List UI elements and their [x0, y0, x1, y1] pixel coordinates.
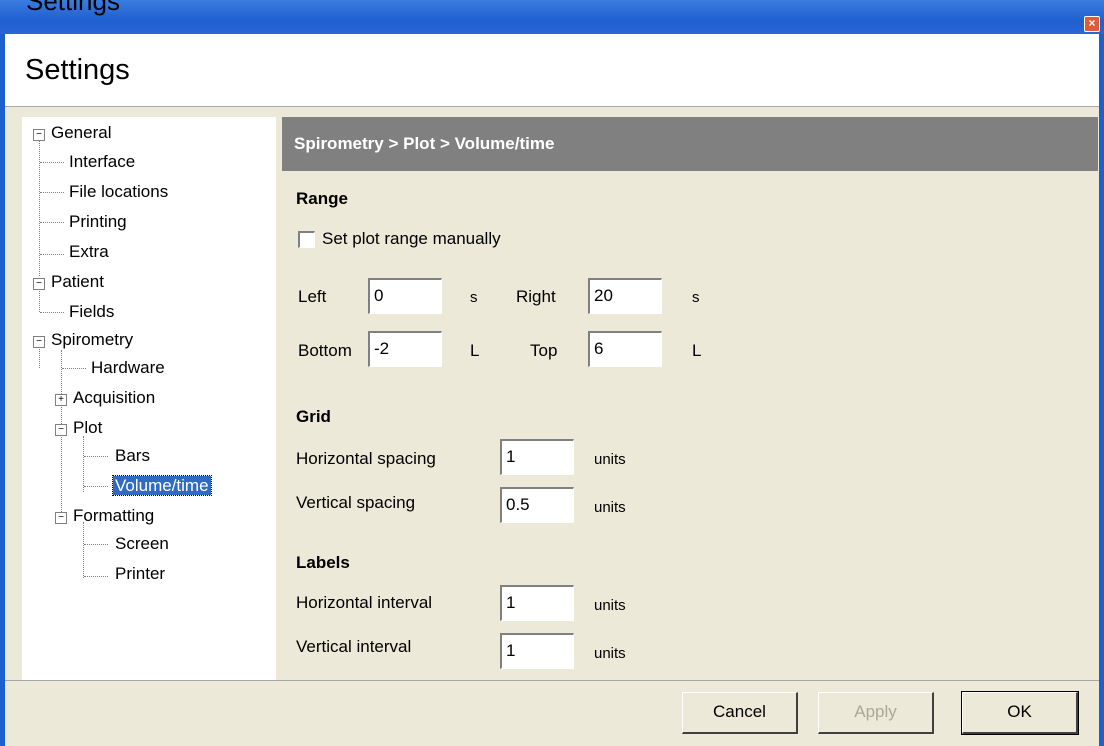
collapse-icon[interactable]: − — [33, 129, 45, 141]
bottom-label: Bottom — [298, 341, 352, 360]
vertical-interval-input[interactable]: 1 — [500, 633, 574, 669]
right-input[interactable]: 20 — [588, 278, 662, 314]
top-label: Top — [530, 341, 558, 360]
tree-connector — [40, 192, 64, 193]
window-frame-left — [0, 34, 5, 746]
tree-item-interface[interactable]: Interface — [69, 150, 135, 176]
tree-connector — [40, 162, 64, 163]
top-input[interactable]: 6 — [588, 331, 662, 367]
vertical-interval-label: Vertical interval — [296, 637, 412, 656]
horizontal-spacing-label: Horizontal spacing — [296, 449, 436, 468]
tree-connector — [40, 254, 64, 255]
horizontal-spacing-unit: units — [594, 451, 626, 468]
ok-button[interactable]: OK — [961, 691, 1079, 735]
labels-heading: Labels — [296, 553, 350, 572]
left-input[interactable]: 0 — [368, 278, 442, 314]
tree-connector — [84, 486, 108, 487]
horizontal-spacing-input[interactable]: 1 — [500, 439, 574, 475]
horizontal-interval-label: Horizontal interval — [296, 593, 433, 612]
horizontal-interval-input[interactable]: 1 — [500, 585, 574, 621]
tree-connector — [62, 368, 86, 369]
expand-icon[interactable]: + — [55, 394, 67, 406]
tree-connector — [84, 456, 108, 457]
vertical-spacing-label: Vertical spacing — [296, 493, 416, 512]
vertical-spacing-unit: units — [594, 499, 626, 516]
tree-item-general[interactable]: General — [51, 121, 111, 147]
tree-item-acquisition[interactable]: Acquisition — [73, 386, 155, 412]
tree-item-bars[interactable]: Bars — [115, 444, 150, 470]
top-unit: L — [692, 341, 702, 360]
tree-connector — [83, 436, 84, 492]
right-label: Right — [516, 287, 556, 306]
collapse-icon[interactable]: − — [33, 278, 45, 290]
apply-button[interactable]: Apply — [818, 692, 934, 734]
collapse-icon[interactable]: − — [55, 512, 67, 524]
tree-item-printer[interactable]: Printer — [115, 562, 165, 588]
tree-item-label: Volume/time — [112, 475, 212, 496]
close-icon[interactable]: × — [1084, 16, 1100, 32]
tree-item-plot[interactable]: Plot — [73, 416, 102, 442]
vertical-spacing-input[interactable]: 0.5 — [500, 487, 574, 523]
manual-range-label: Set plot range manually — [322, 229, 501, 248]
left-label: Left — [298, 287, 327, 306]
dialog-header: Settings — [5, 34, 1099, 107]
tree-connector — [84, 576, 108, 577]
tree-item-printing[interactable]: Printing — [69, 210, 127, 236]
settings-panel: Spirometry > Plot > Volume/time Range Se… — [282, 117, 1100, 679]
tree-connector — [40, 312, 64, 313]
tree-item-patient[interactable]: Patient — [51, 270, 104, 296]
tree-item-fields[interactable]: Fields — [69, 300, 114, 326]
collapse-icon[interactable]: − — [55, 424, 67, 436]
collapse-icon[interactable]: − — [33, 336, 45, 348]
manual-range-checkbox[interactable] — [298, 231, 315, 248]
bottom-input[interactable]: -2 — [368, 331, 442, 367]
tree-item-screen[interactable]: Screen — [115, 532, 169, 558]
left-unit: s — [470, 289, 478, 306]
bottom-unit: L — [470, 341, 480, 360]
right-unit: s — [692, 289, 700, 306]
tree-item-extra[interactable]: Extra — [69, 240, 109, 266]
title-bar: Settings × — [0, 0, 1104, 34]
range-heading: Range — [296, 189, 348, 208]
breadcrumb: Spirometry > Plot > Volume/time — [282, 117, 1098, 171]
tree-item-volume-time[interactable]: Volume/time — [112, 474, 212, 500]
cancel-button[interactable]: Cancel — [682, 692, 798, 734]
tree-connector — [83, 522, 84, 578]
tree-item-spirometry[interactable]: Spirometry — [51, 328, 133, 354]
tree-item-formatting[interactable]: Formatting — [73, 504, 154, 530]
tree-connector — [39, 140, 40, 276]
tree-connector — [84, 544, 108, 545]
tree-item-file-locations[interactable]: File locations — [69, 180, 168, 206]
footer-divider — [5, 680, 1099, 681]
window-caption: Settings — [26, 0, 120, 16]
tree-item-hardware[interactable]: Hardware — [91, 356, 165, 382]
page-title: Settings — [25, 54, 130, 86]
settings-tree[interactable]: − General Interface File locations Print… — [22, 117, 276, 681]
vertical-interval-unit: units — [594, 645, 626, 662]
horizontal-interval-unit: units — [594, 597, 626, 614]
grid-heading: Grid — [296, 407, 331, 426]
tree-connector — [40, 222, 64, 223]
